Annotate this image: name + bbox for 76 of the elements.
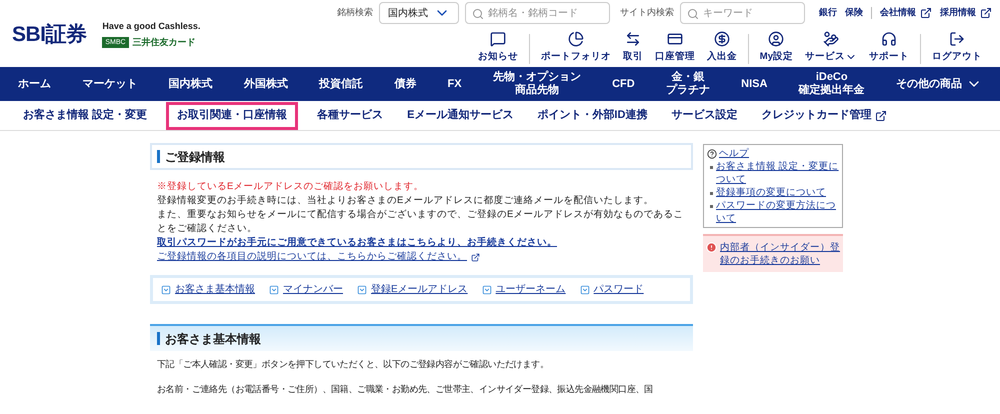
external-link-icon (920, 7, 932, 19)
speech-bubble-icon (490, 30, 506, 47)
main-nav-item[interactable]: 国内株式 (168, 78, 212, 90)
pie-chart-icon (568, 30, 584, 47)
external-link-icon (980, 7, 992, 19)
alert-link[interactable]: 内部者（インサイダー）登録のお手続きのお願い (720, 241, 840, 267)
section-title: ご登録情報 (165, 148, 225, 166)
body-text: お名前・ご連絡先（お電話番号・ご住所）、国籍、ご職業・お勤め先、ご世帯主、インサイダー登録、振込先金融機関口座、国 (157, 383, 654, 396)
search-icon (687, 8, 699, 20)
header-menu-item[interactable]: ログアウト (926, 30, 988, 64)
external-link-icon (875, 110, 888, 122)
body-text: 登録情報変更のお手続き時には、当社よりお客さまのEメールアドレスに都度ご連絡メールを配信いたします。 (157, 194, 654, 208)
header-menu-item[interactable]: 口座管理 (648, 30, 701, 64)
card-brand-name: 三井住友カード (132, 36, 196, 49)
main-nav-item[interactable]: FX (448, 78, 462, 90)
main-nav-item[interactable]: 先物・オプション 商品先物 (492, 71, 581, 97)
tagline: Have a good Cashless. (102, 20, 200, 33)
anchor-link[interactable]: パスワード (580, 282, 644, 297)
body-text: 下記「ご本人確認・変更」ボタンを押下していただくと、以下のご登録内容がご確認いただけます。 (157, 358, 550, 371)
header-menu-item[interactable]: 取引 (616, 30, 649, 64)
search-icon (472, 8, 484, 20)
help-topic-link[interactable]: 登録事項の変更について (716, 186, 826, 199)
search-label: サイト内検索 (620, 6, 674, 20)
notice-text: ※登録しているEメールアドレスのご確認をお願いします。 (157, 180, 424, 194)
header-link[interactable]: 会社情報 (880, 6, 932, 20)
header-menu-item[interactable]: 入出金 (700, 30, 743, 64)
header-menu-item[interactable]: お知らせ (472, 30, 524, 64)
header-menu-item[interactable]: サポート (863, 30, 915, 64)
sub-nav-tab[interactable]: 各種サービス (306, 102, 394, 130)
header-link[interactable]: 保険 (845, 6, 863, 20)
main-nav-item[interactable]: マーケット (82, 78, 138, 90)
sub-nav-tab[interactable]: お取引関連・口座情報 (166, 102, 298, 130)
hand-coins-icon (823, 30, 839, 47)
header-menu-item[interactable]: サービス (799, 30, 863, 64)
anchor-link[interactable]: ユーザーネーム (482, 282, 566, 297)
header-link[interactable]: 採用情報 (940, 6, 992, 20)
main-nav-item[interactable]: その他の商品 (896, 76, 982, 92)
logo[interactable]: SBI証券 (12, 18, 86, 50)
external-link-icon (471, 252, 480, 262)
sub-nav-tab[interactable]: サービス設定 (660, 102, 748, 130)
search-field[interactable]: 銘柄名・銘柄コード (465, 2, 610, 24)
anchor-link[interactable]: マイナンバー (269, 282, 343, 297)
main-nav-item[interactable]: 金・銀 プラチナ (666, 71, 710, 97)
main-nav-item[interactable]: CFD (612, 78, 635, 90)
logout-icon (949, 30, 965, 47)
search-label: 銘柄検索 (337, 6, 373, 20)
main-nav-item[interactable]: NISA (741, 78, 768, 90)
help-topic-link[interactable]: パスワードの変更方法について (716, 199, 839, 225)
sub-nav-tab[interactable]: お客さま情報 設定・変更 (12, 102, 158, 130)
main-nav-item[interactable]: ホーム (18, 78, 51, 90)
arrows-icon (624, 30, 641, 47)
header-link[interactable]: 銀行 (819, 6, 837, 20)
main-nav-item[interactable]: iDeCo 確定拠出年金 (798, 71, 865, 97)
section-title: お客さま基本情報 (165, 330, 261, 348)
market-select[interactable]: 国内株式 (379, 2, 459, 24)
sub-nav-tab[interactable]: ポイント・外部ID連携 (526, 102, 658, 130)
anchor-link[interactable]: お客さま基本情報 (161, 282, 255, 297)
sub-nav-tab[interactable]: クレジットカード管理 (750, 102, 898, 130)
search-field[interactable]: キーワード (680, 2, 805, 24)
main-nav-item[interactable]: 外国株式 (244, 78, 288, 90)
help-link[interactable]: ヘルプ (707, 147, 839, 160)
main-nav-item[interactable]: 債券 (394, 78, 416, 90)
headset-icon (881, 30, 897, 47)
user-icon (768, 30, 784, 47)
header-menu-item[interactable]: ポートフォリオ (534, 30, 617, 64)
help-icon (707, 148, 717, 158)
header-menu-item[interactable]: My設定 (754, 30, 799, 64)
anchor-link[interactable]: 登録Eメールアドレス (357, 282, 468, 297)
card-icon (666, 30, 683, 47)
body-text: また、重要なお知らせをメールにて配信する場合がございますので、ご登録のEメールアドレスが有効なものであることをご確認ください。 (157, 208, 684, 236)
main-nav-item[interactable]: 投資信託 (319, 78, 363, 90)
text-link[interactable]: ご登録情報の各項目の説明については、こちらからご確認ください。 (157, 250, 467, 264)
sub-nav-tab[interactable]: Eメール通知サービス (396, 102, 524, 130)
help-topic-link[interactable]: お客さま情報 設定・変更について (716, 160, 839, 186)
text-link[interactable]: 取引パスワードがお手元にご用意できているお客さまはこちらより、お手続きください。 (157, 236, 557, 250)
alert-icon (706, 242, 717, 253)
